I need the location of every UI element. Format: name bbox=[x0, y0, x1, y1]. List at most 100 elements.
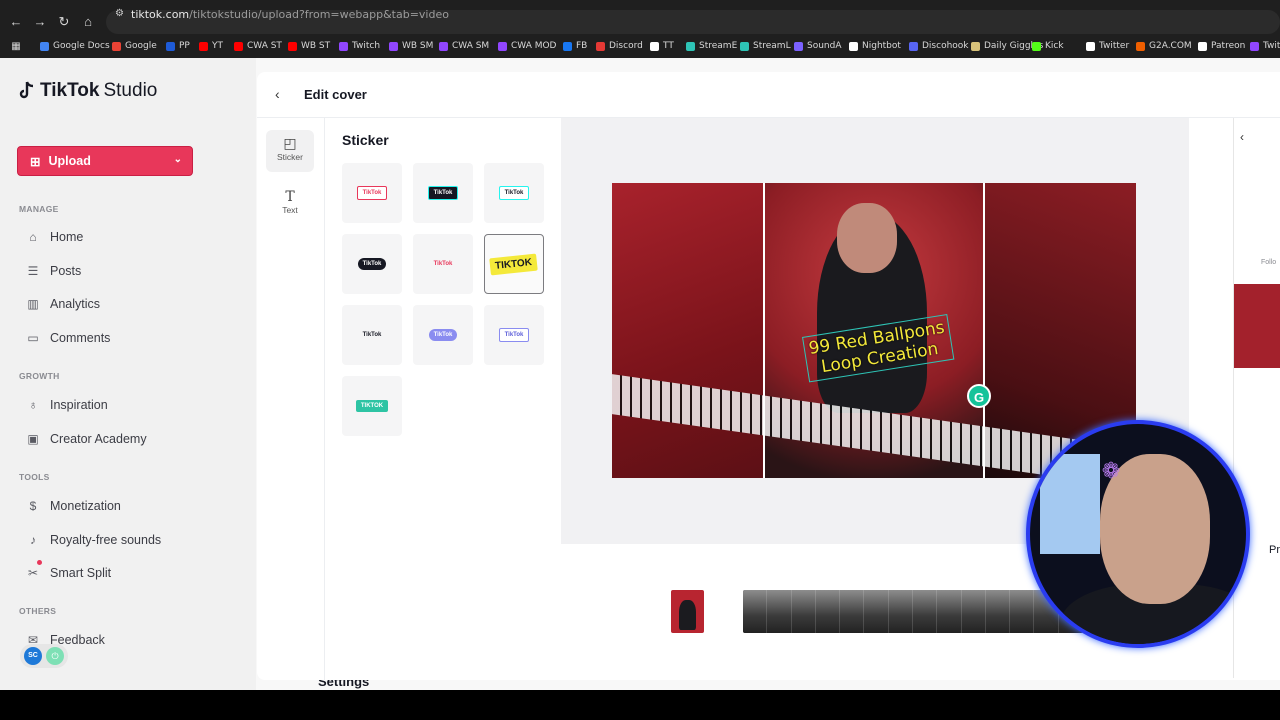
sticker-tiktok-black-pill[interactable]: TikTok bbox=[342, 234, 402, 294]
back-arrow-icon[interactable]: ← bbox=[8, 14, 24, 30]
filmstrip-frame[interactable] bbox=[840, 590, 865, 633]
forward-arrow-icon[interactable]: → bbox=[32, 14, 48, 30]
sticker-tiktok-pink-outline[interactable]: TikTok bbox=[342, 163, 402, 223]
filmstrip-frame[interactable] bbox=[912, 590, 938, 633]
power-icon[interactable]: ⏻ bbox=[46, 647, 64, 665]
bookmark-favicon-icon bbox=[971, 41, 980, 51]
bookmark-favicon-icon bbox=[740, 41, 749, 51]
sidebar-item-label: Home bbox=[50, 230, 84, 244]
bookmark-item[interactable]: StreamE bbox=[686, 41, 737, 51]
bookmark-item[interactable]: Discohook bbox=[909, 41, 969, 51]
sidebar-item-comments[interactable]: ▭ Comments bbox=[26, 331, 110, 345]
bookmark-item[interactable]: Twitch bbox=[339, 41, 380, 51]
bookmark-label: YT bbox=[212, 41, 223, 51]
bookmark-label: CWA MOD bbox=[511, 41, 557, 51]
bookmark-item[interactable]: Nightbot bbox=[849, 41, 901, 51]
bookmark-item[interactable]: Google Docs bbox=[40, 41, 110, 51]
sticker-tiktok-logo-stacked[interactable]: TikTok bbox=[342, 305, 402, 365]
sticker-tiktok-red-script[interactable]: TikTok bbox=[413, 234, 473, 294]
chevron-left-icon[interactable]: ‹ bbox=[275, 86, 280, 102]
bookmark-item[interactable]: CWA SM bbox=[439, 41, 489, 51]
sticker-tiktok-white-box[interactable]: TikTok bbox=[484, 163, 544, 223]
filmstrip-frame[interactable] bbox=[815, 590, 841, 633]
chevron-left-icon[interactable]: ‹ bbox=[1240, 130, 1244, 144]
bookmark-label: Discohook bbox=[922, 41, 969, 51]
frame-filmstrip[interactable] bbox=[743, 590, 1083, 633]
bookmark-item[interactable]: Patreon bbox=[1198, 41, 1245, 51]
home-icon[interactable]: ⌂ bbox=[80, 14, 96, 30]
filmstrip-frame[interactable] bbox=[791, 590, 816, 633]
bookmarks-bar: ▦ Google Docs Google PP YT CWA ST WB ST Twitch… bbox=[0, 38, 1280, 56]
filmstrip-frame[interactable] bbox=[1010, 590, 1035, 633]
bookmark-item[interactable]: WB SM bbox=[389, 41, 433, 51]
comment-icon: ▭ bbox=[27, 331, 39, 345]
bookmark-item[interactable]: Twit bbox=[1250, 41, 1280, 51]
filmstrip-frame[interactable] bbox=[937, 590, 962, 633]
sidebar-item-monetization[interactable]: $ Monetization bbox=[26, 499, 121, 513]
sidebar-item-home[interactable]: ⌂ Home bbox=[26, 230, 83, 244]
bookmark-item[interactable]: Kick bbox=[1032, 41, 1064, 51]
sidebar-item-analytics[interactable]: ▥ Analytics bbox=[26, 297, 100, 311]
bookmark-item[interactable]: Discord bbox=[596, 41, 643, 51]
bookmark-item[interactable]: WB ST bbox=[288, 41, 330, 51]
bookmark-label: StreamE bbox=[699, 41, 738, 51]
widget-icon-left[interactable]: SC bbox=[24, 647, 42, 665]
bookmark-item[interactable]: SoundA bbox=[794, 41, 842, 51]
bookmark-favicon-icon bbox=[1032, 41, 1041, 51]
bookmark-favicon-icon bbox=[1198, 41, 1207, 51]
reload-icon[interactable]: ↻ bbox=[56, 14, 72, 30]
sticker-icon: ◰ bbox=[283, 135, 297, 151]
crop-line-left[interactable] bbox=[763, 183, 765, 478]
webcam-background-window bbox=[1040, 454, 1100, 554]
right-preview-thumbnail bbox=[1234, 284, 1280, 368]
filmstrip-frame[interactable] bbox=[961, 590, 986, 633]
url-text[interactable]: tiktok.com/tiktokstudio/upload?from=weba… bbox=[131, 8, 449, 21]
filmstrip-frame[interactable] bbox=[888, 590, 913, 633]
grammarly-icon[interactable]: G bbox=[967, 384, 991, 408]
bookmark-item[interactable]: Twitter bbox=[1086, 41, 1129, 51]
upload-button[interactable]: ⊞ Upload ⌄ bbox=[17, 146, 193, 176]
bookmark-item[interactable]: G2A.COM bbox=[1136, 41, 1192, 51]
sidebar-item-smart-split[interactable]: ✂ Smart Split bbox=[26, 566, 111, 580]
bookmark-label: FB bbox=[576, 41, 588, 51]
sidebar-item-posts[interactable]: ☰ Posts bbox=[26, 264, 82, 278]
bookmark-item[interactable]: CWA MOD bbox=[498, 41, 557, 51]
sidebar-item-creator-academy[interactable]: ▣ Creator Academy bbox=[26, 432, 146, 446]
filmstrip-frame[interactable] bbox=[985, 590, 1011, 633]
sticker-tiktok-window[interactable]: TikTok bbox=[484, 305, 544, 365]
sticker-tiktok-dark-box[interactable]: TikTok bbox=[413, 163, 473, 223]
logo-brand: TikTok bbox=[40, 80, 100, 101]
sidebar-item-inspiration[interactable]: ♁ Inspiration bbox=[26, 398, 108, 412]
site-info-icon[interactable]: ⚙ bbox=[115, 8, 127, 20]
bookmark-favicon-icon bbox=[199, 41, 208, 51]
apps-grid-icon[interactable]: ▦ bbox=[8, 39, 24, 55]
bookmark-item[interactable]: FB bbox=[563, 41, 587, 51]
bookmark-item[interactable]: CWA ST bbox=[234, 41, 282, 51]
rail-text-tab[interactable]: T Text bbox=[266, 184, 314, 226]
follow-text: Follo bbox=[1261, 259, 1277, 266]
filmstrip-frame[interactable] bbox=[743, 590, 768, 633]
bookmark-item[interactable]: TT bbox=[650, 41, 674, 51]
bookmark-favicon-icon bbox=[686, 41, 695, 51]
new-indicator-dot bbox=[37, 560, 42, 565]
bookmark-item[interactable]: PP bbox=[166, 41, 190, 51]
filmstrip-frame[interactable] bbox=[767, 590, 792, 633]
bookmark-item[interactable]: StreamL bbox=[740, 41, 791, 51]
sidebar-item-royalty-free-sounds[interactable]: ♪ Royalty-free sounds bbox=[26, 533, 161, 547]
sidebar-item-label: Royalty-free sounds bbox=[50, 533, 162, 547]
bookmark-item[interactable]: Google bbox=[112, 41, 157, 51]
rail-sticker-tab[interactable]: ◰ Sticker bbox=[266, 130, 314, 172]
performer-face bbox=[837, 203, 897, 273]
bookmark-label: CWA SM bbox=[452, 41, 490, 51]
sticker-tiktok-green-speech[interactable]: TIKTOK bbox=[342, 376, 402, 436]
crop-line-right[interactable] bbox=[983, 183, 985, 478]
screen-bottom-strip bbox=[0, 690, 1280, 720]
tiktok-studio-logo[interactable]: TikTok Studio bbox=[18, 80, 157, 102]
filmstrip-frame[interactable] bbox=[864, 590, 889, 633]
selected-frame-thumbnail[interactable] bbox=[671, 590, 704, 633]
chevron-down-icon[interactable]: ⌄ bbox=[174, 154, 182, 165]
sticker-tiktok-yellow-bold[interactable]: TIKTOK bbox=[484, 234, 544, 294]
bookmark-item[interactable]: YT bbox=[199, 41, 223, 51]
tiktok-note-icon bbox=[19, 81, 34, 99]
sticker-tiktok-purple-bubble[interactable]: TikTok bbox=[413, 305, 473, 365]
